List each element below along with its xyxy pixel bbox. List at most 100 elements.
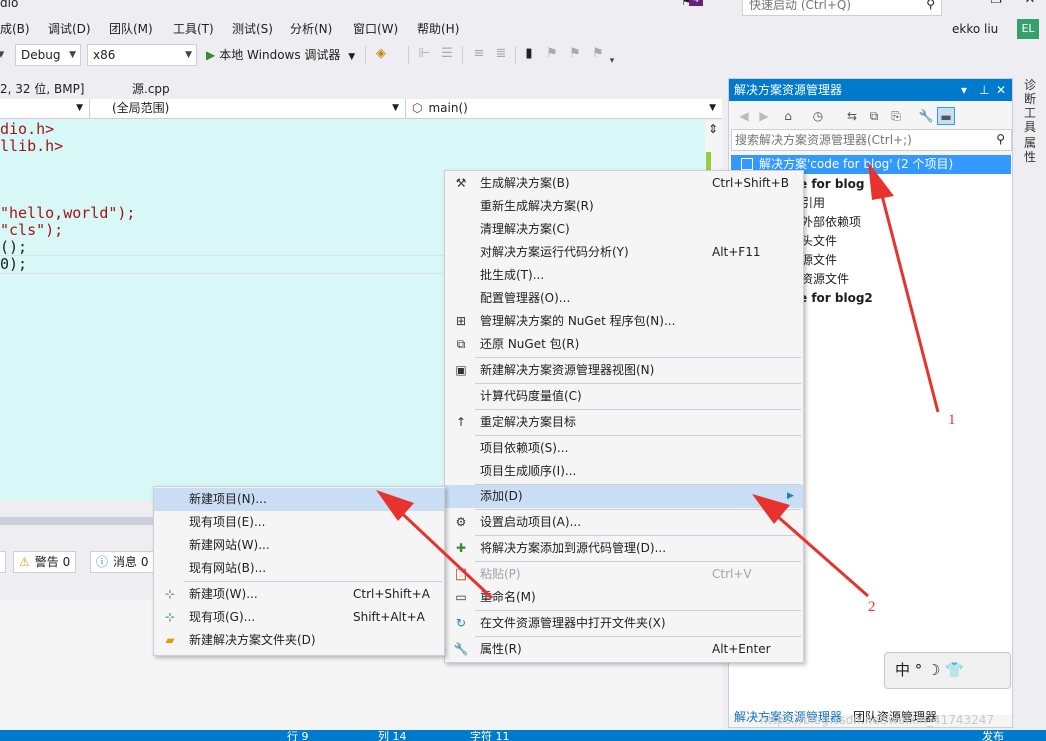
build-icon: ⚒ [455,176,467,190]
menu-item-build-solution[interactable]: ⚒ 生成解决方案(B) Ctrl+Shift+B [445,172,803,195]
undo-icon[interactable]: ▾ [0,46,10,64]
close-icon[interactable]: ✕ [996,79,1006,101]
rename-icon: ▭ [455,590,467,604]
menu-item-add-to-source-control[interactable]: ✚ 将解决方案添加到源代码管理(D)... [445,537,803,560]
menu-item-rebuild-solution[interactable]: 重新生成解决方案(R) [445,195,803,218]
errors-filter-button[interactable] [0,551,6,573]
menu-item-project-dependencies[interactable]: 项目依赖项(S)... [445,437,803,460]
tab-diagnostic-tools[interactable]: 诊断工具 [1024,78,1038,134]
tree-resource-files[interactable]: 资源文件 [801,270,849,289]
menu-item-new-project[interactable]: 新建项目(N)... [154,488,444,511]
menu-item-configuration-manager[interactable]: 配置管理器(O)... [445,287,803,310]
menu-item-existing-project[interactable]: 现有项目(E)... [154,511,444,534]
prev-bookmark-icon[interactable]: ⚑ [543,45,561,63]
menu-item-add[interactable]: 添加(D) ▶ [445,485,803,508]
wrench-icon[interactable]: 🔧 [917,107,935,125]
menu-item-new-website[interactable]: 新建网站(W)... [154,534,444,557]
avatar[interactable]: EL [1017,19,1039,39]
split-icon[interactable]: ⇕ [707,122,719,136]
messages-count: 消息 0 [113,555,149,569]
menu-item-set-startup-projects[interactable]: ⚙ 设置启动项目(A)... [445,511,803,534]
tree-project-node-2[interactable]: e for blog2 [799,289,873,308]
scope-nav-select[interactable]: (全局范围) ▼ [90,99,406,119]
quick-launch-input[interactable] [747,0,917,14]
chevron-down-icon[interactable]: ▾ [961,79,967,101]
menu-item-new-explorer-view[interactable]: ▣ 新建解决方案资源管理器视图(N) [445,359,803,382]
chevron-right-icon: ▶ [787,491,794,501]
menu-item-clean-solution[interactable]: 清理解决方案(C) [445,218,803,241]
tab-properties[interactable]: 属性 [1024,136,1038,164]
format-icon[interactable]: ☰ [438,45,456,63]
solution-search-input[interactable] [732,130,982,150]
project-nav-select[interactable]: ▼ [0,99,90,119]
tab-image[interactable]: 2, 32 位, BMP] [0,80,84,97]
tree-references[interactable]: 引用 [801,194,825,213]
solution-search-box[interactable]: ⚲ [731,129,1012,151]
status-publish[interactable]: 发布 [982,730,1004,741]
open-folder-icon: ↻ [455,616,467,630]
show-all-icon[interactable]: ⎘ [887,107,905,125]
collapse-icon[interactable]: ⧉ [865,107,883,125]
browser-link-icon[interactable]: ◈ [372,45,390,63]
start-debugging-button[interactable]: ▶ 本地 Windows 调试器 ▼ [206,45,355,65]
menu-item-open-in-file-explorer[interactable]: ↻ 在文件资源管理器中打开文件夹(X) [445,612,803,635]
menu-item-existing-website[interactable]: 现有网站(B)... [154,557,444,580]
menu-item-existing-item[interactable]: ⊹ 现有项(G)... Shift+Alt+A [154,606,444,629]
menu-item-properties[interactable]: 🔧 属性(R) Alt+Enter [445,638,803,661]
preview-icon[interactable]: ▬ [937,107,955,125]
back-icon[interactable]: ◀ [735,107,753,125]
menu-item-new-item[interactable]: ⊹ 新建项(W)... Ctrl+Shift+A [154,583,444,606]
messages-filter-button[interactable]: ⓘ 消息 0 [90,551,155,573]
side-tool-tabs: 诊断工具 属性 [1016,78,1046,198]
tree-source-files[interactable]: 源文件 [801,251,837,270]
menu-item-rename[interactable]: ▭ 重命名(M) [445,586,803,609]
menu-item-manage-nuget[interactable]: ⊞ 管理解决方案的 NuGet 程序包(N)... [445,310,803,333]
menu-window[interactable]: 窗口(W) [353,20,398,37]
tree-external-deps[interactable]: 外部依赖项 [801,213,861,232]
menu-test[interactable]: 测试(S) [232,20,273,37]
home-icon[interactable]: ⌂ [779,107,797,125]
pin-icon[interactable]: ⊥ [979,79,989,101]
minimize-button[interactable]: – [960,0,980,8]
comment-icon[interactable]: ≡ [470,45,488,63]
platform-select[interactable]: x86 ▼ [87,44,197,66]
tree-project-node[interactable]: e for blog [799,175,864,194]
code-line: 0); [0,255,28,273]
close-button[interactable]: ✕ [1020,0,1040,8]
code-line: llib.h> [0,137,64,155]
menu-item-code-metrics[interactable]: 计算代码度量值(C) [445,385,803,408]
user-name[interactable]: ekko liu [952,22,998,36]
menu-tools[interactable]: 工具(T) [173,20,214,37]
toolbar-separator [462,46,463,64]
step-icon[interactable]: ⊩ [415,45,433,63]
menu-item-project-build-order[interactable]: 项目生成顺序(I)... [445,460,803,483]
warnings-filter-button[interactable]: ⚠ 警告 0 [13,551,77,573]
tree-header-files[interactable]: 头文件 [801,232,837,251]
menu-help[interactable]: 帮助(H) [417,20,459,37]
uncomment-icon[interactable]: ≣ [492,45,510,63]
solution-config-select[interactable]: Debug ▼ [15,44,81,66]
menu-item-retarget-solution[interactable]: ↑ 重定解决方案目标 [445,411,803,434]
menu-item-run-code-analysis[interactable]: 对解决方案运行代码分析(Y) Alt+F11 [445,241,803,264]
tab-source-cpp[interactable]: 源.cpp [132,80,170,97]
menu-bar: dio 成(B) 调试(D) 团队(M) 工具(T) 测试(S) 分析(N) 窗… [0,0,1046,40]
menu-debug[interactable]: 调试(D) [48,20,91,37]
sync-icon[interactable]: ⇆ [843,107,861,125]
maximize-button[interactable]: ❐ [986,0,1006,8]
notification-flag[interactable]: ⚑ 4 [681,0,703,8]
toolbar-options-icon[interactable]: ▾ [603,52,621,70]
member-nav-select[interactable]: ⬡ main() ▼ [406,99,722,119]
history-icon[interactable]: ◷ [809,107,827,125]
menu-build[interactable]: 成(B) [0,20,30,37]
menu-analyze[interactable]: 分析(N) [290,20,332,37]
bookmark-icon[interactable]: ▮ [520,45,538,63]
menu-item-paste[interactable]: 📋 粘贴(P) Ctrl+V [445,563,803,586]
forward-icon[interactable]: ▶ [755,107,773,125]
menu-item-batch-build[interactable]: 批生成(T)... [445,264,803,287]
quick-launch-box[interactable]: ⚲ [742,0,942,16]
ime-toolbar[interactable]: 中 ° ☽ 👕 [884,652,1011,689]
menu-item-restore-nuget[interactable]: ⧉ 还原 NuGet 包(R) [445,333,803,356]
menu-team[interactable]: 团队(M) [109,20,153,37]
menu-item-new-solution-folder[interactable]: ▰ 新建解决方案文件夹(D) [154,629,444,652]
next-bookmark-icon[interactable]: ⚑ [566,45,584,63]
